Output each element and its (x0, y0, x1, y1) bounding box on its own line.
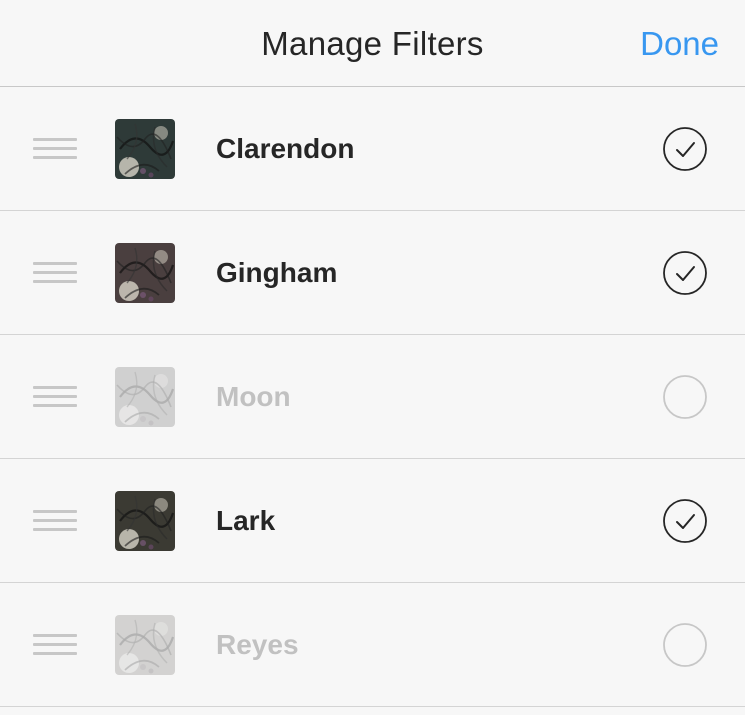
filter-name: Moon (216, 381, 291, 412)
filter-row-clarendon[interactable]: Clarendon (0, 87, 745, 211)
filter-row-lark[interactable]: Lark (0, 459, 745, 583)
drag-handle-icon[interactable] (33, 509, 77, 532)
drag-handle-icon[interactable] (33, 261, 77, 284)
filter-name: Gingham (216, 257, 338, 288)
filter-name: Clarendon (216, 133, 355, 164)
filter-list: Clarendon Gingham Moon Lark Reyes (0, 87, 745, 707)
filter-name: Lark (216, 505, 276, 536)
filter-row-gingham[interactable]: Gingham (0, 211, 745, 335)
page-title: Manage Filters (261, 25, 484, 62)
filter-thumbnail (115, 242, 175, 303)
filter-thumbnail (115, 366, 175, 427)
checkmark-circle-icon[interactable] (663, 250, 707, 295)
filter-thumbnail (115, 118, 175, 179)
done-button[interactable]: Done (640, 0, 719, 87)
nav-bar: Manage Filters Done (0, 0, 745, 87)
drag-handle-icon[interactable] (33, 137, 77, 160)
filter-row-reyes[interactable]: Reyes (0, 583, 745, 707)
drag-handle-icon[interactable] (33, 633, 77, 656)
filter-thumbnail (115, 614, 175, 675)
empty-circle-icon[interactable] (663, 374, 707, 419)
empty-circle-icon[interactable] (663, 622, 707, 667)
drag-handle-icon[interactable] (33, 385, 77, 408)
checkmark-circle-icon[interactable] (663, 498, 707, 543)
checkmark-circle-icon[interactable] (663, 126, 707, 171)
filter-row-moon[interactable]: Moon (0, 335, 745, 459)
filter-name: Reyes (216, 629, 299, 660)
filter-thumbnail (115, 490, 175, 551)
